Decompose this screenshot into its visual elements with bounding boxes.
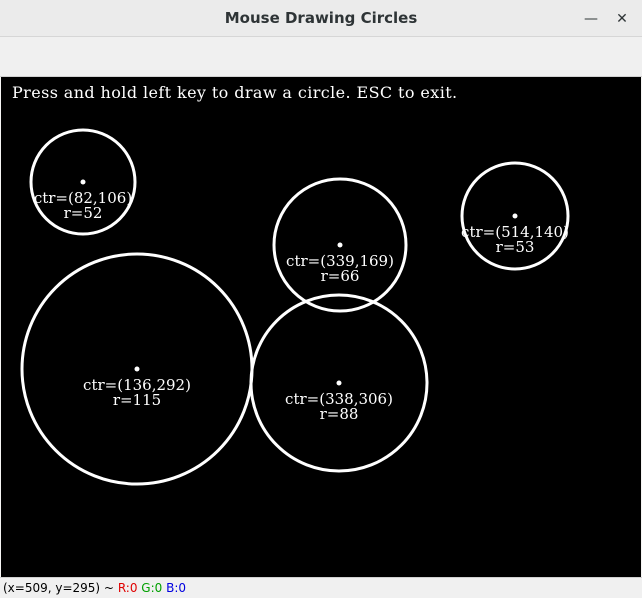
- status-coords: (x=509, y=295) ~: [3, 581, 114, 595]
- circle-center-dot: [134, 366, 140, 372]
- drawing-canvas[interactable]: Press and hold left key to draw a circle…: [1, 77, 641, 577]
- status-green: G:0: [141, 581, 163, 595]
- circle-radius-label: r=88: [320, 405, 359, 423]
- circle-radius-label: r=53: [496, 238, 535, 256]
- title-bar[interactable]: Mouse Drawing Circles — ✕: [0, 0, 642, 37]
- toolbar: [0, 37, 642, 77]
- circle-radius-label: r=66: [321, 267, 360, 285]
- minimize-icon[interactable]: —: [581, 9, 601, 29]
- circles-layer: ctr=(82,106)r=52ctr=(339,169)r=66ctr=(51…: [20, 128, 570, 486]
- status-bar: (x=509, y=295) ~ R:0 G:0 B:0: [0, 577, 642, 598]
- status-red: R:0: [117, 581, 138, 595]
- circle-radius-label: r=115: [113, 391, 161, 409]
- canvas-svg[interactable]: Press and hold left key to draw a circle…: [1, 77, 641, 577]
- instructions-text: Press and hold left key to draw a circle…: [12, 83, 458, 102]
- close-icon[interactable]: ✕: [612, 9, 632, 29]
- status-blue: B:0: [166, 581, 187, 595]
- app-window: Mouse Drawing Circles — ✕ Press and hold…: [0, 0, 642, 598]
- circle-center-dot: [80, 179, 86, 185]
- window-title: Mouse Drawing Circles: [224, 9, 418, 27]
- circle-radius-label: r=52: [64, 204, 103, 222]
- circle-center-dot: [512, 213, 518, 219]
- circle-center-dot: [336, 380, 342, 386]
- circle-center-dot: [337, 242, 343, 248]
